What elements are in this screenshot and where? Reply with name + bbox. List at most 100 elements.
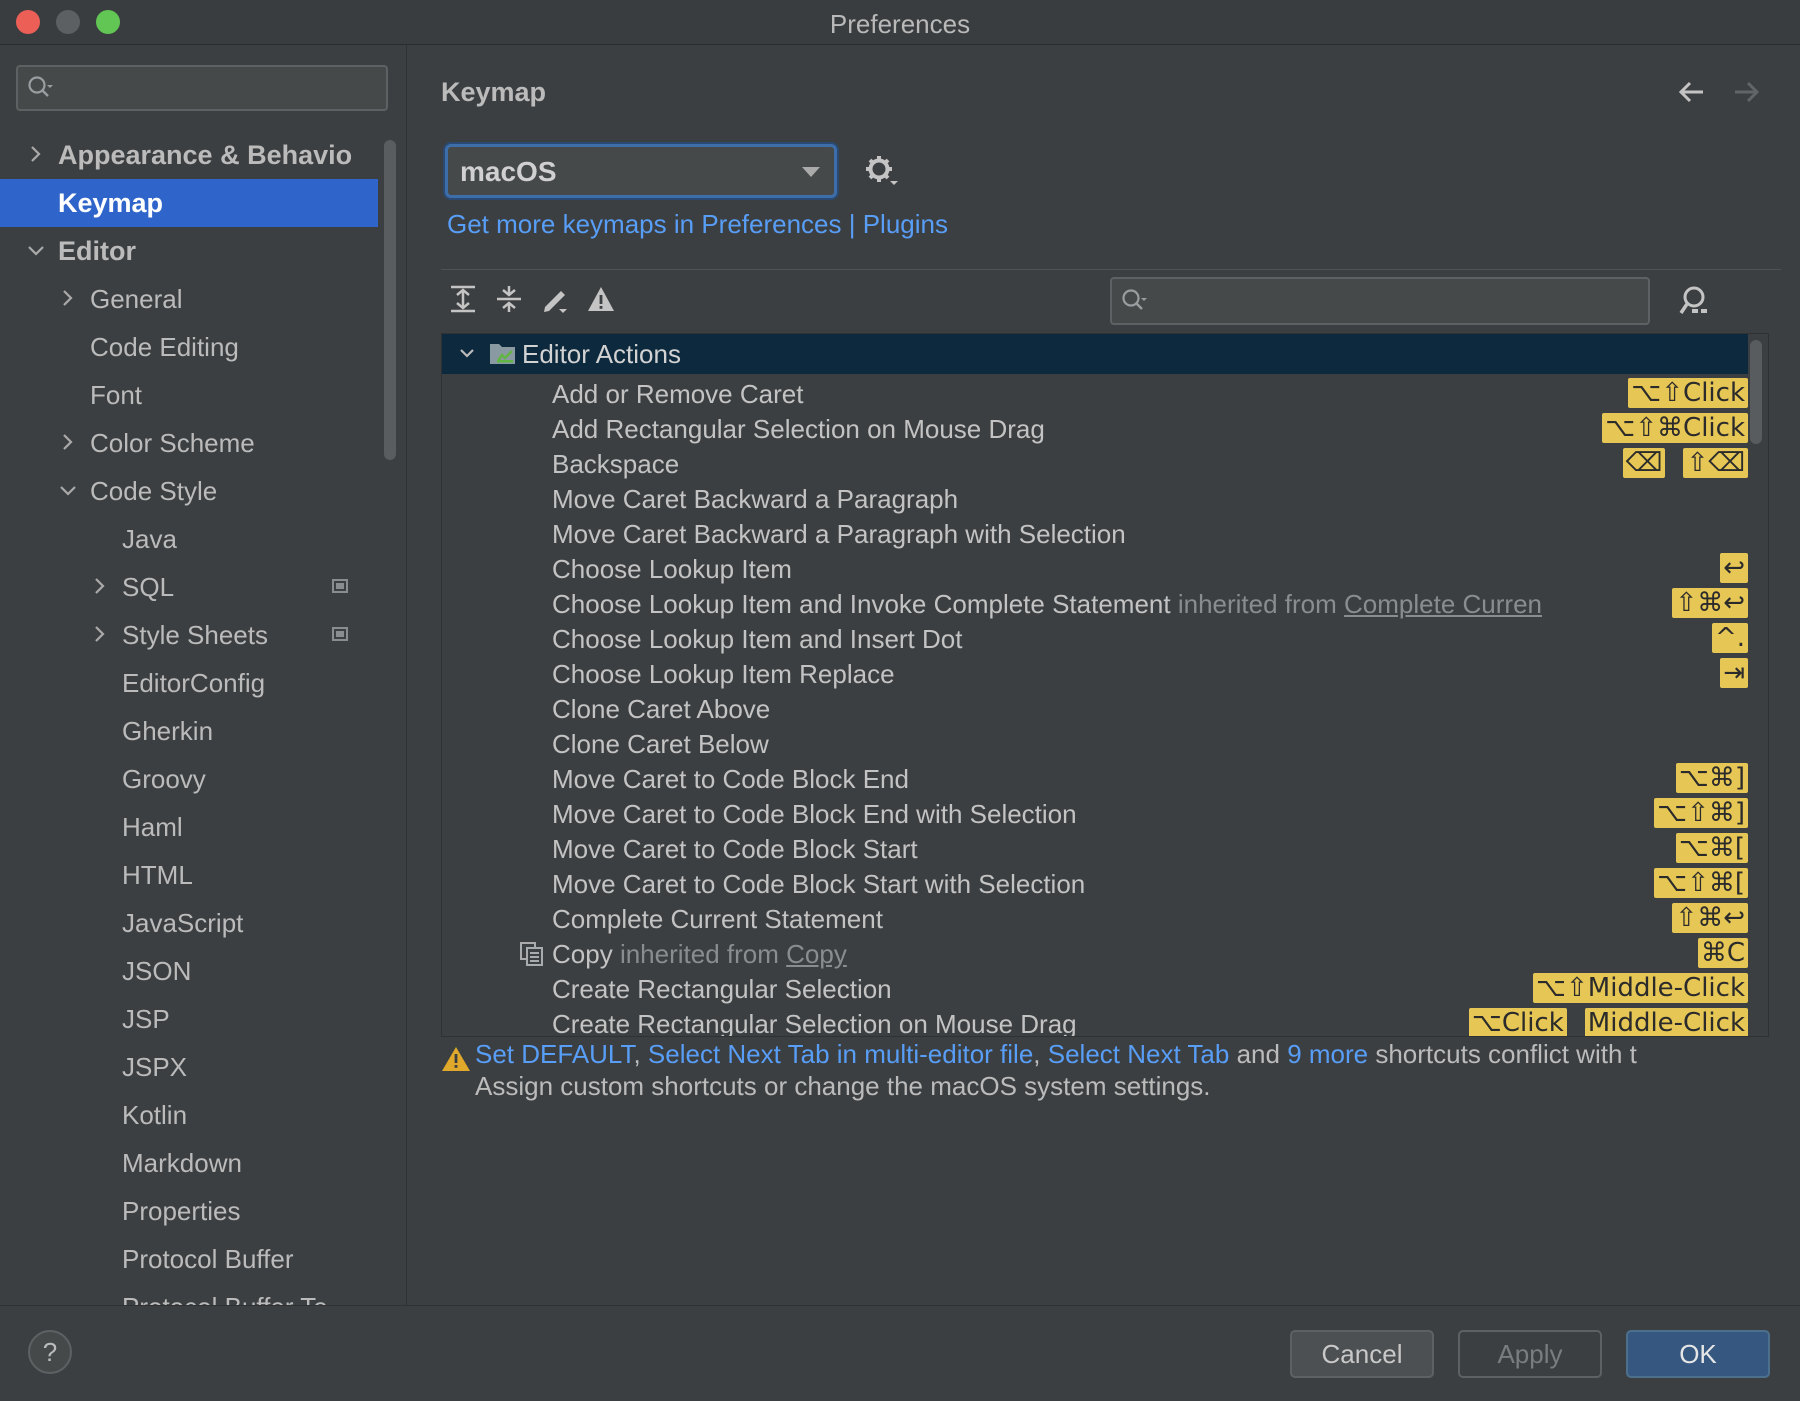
group-editor-actions[interactable]: Editor Actions: [442, 334, 1748, 374]
warning-link-more[interactable]: 9 more: [1287, 1039, 1368, 1069]
sidebar-item-color-scheme[interactable]: Color Scheme: [0, 419, 378, 467]
sidebar-item-code-style[interactable]: Code Style: [0, 467, 378, 515]
inherited-prefix: inherited from: [1177, 589, 1337, 619]
action-row[interactable]: Clone Caret Below: [442, 724, 1748, 764]
action-name-wrap: Move Caret to Code Block Start with Sele…: [552, 869, 1085, 900]
sidebar-scrollbar[interactable]: [384, 140, 396, 460]
chevron-down-icon[interactable]: [58, 467, 78, 515]
sidebar-item-editorconfig[interactable]: EditorConfig: [0, 659, 378, 707]
action-row[interactable]: Choose Lookup Item and Insert Dot ^.: [442, 619, 1748, 659]
sidebar-item-general[interactable]: General: [0, 275, 378, 323]
inherited-link[interactable]: Complete Curren: [1344, 589, 1542, 619]
shortcut-badge: ⇥: [1720, 658, 1748, 688]
help-button[interactable]: ?: [28, 1330, 72, 1374]
action-row[interactable]: Move Caret Backward a Paragraph with Sel…: [442, 514, 1748, 554]
action-row[interactable]: Choose Lookup Item Replace ⇥: [442, 654, 1748, 694]
shortcut-badge: ⌥⇧Middle-Click: [1533, 973, 1748, 1003]
sidebar-item-json[interactable]: JSON: [0, 947, 378, 995]
actions-scrollbar[interactable]: [1750, 340, 1762, 444]
shortcut-list: ⇥: [1720, 658, 1748, 688]
action-row[interactable]: Move Caret to Code Block Start with Sele…: [442, 864, 1748, 904]
action-name-wrap: Move Caret to Code Block End with Select…: [552, 799, 1077, 830]
sidebar-item-protocol-buffer[interactable]: Protocol Buffer: [0, 1235, 378, 1283]
action-search-input[interactable]: [1110, 277, 1650, 325]
action-row[interactable]: Move Caret to Code Block End ⌥⌘]: [442, 759, 1748, 799]
sidebar-item-groovy[interactable]: Groovy: [0, 755, 378, 803]
action-row[interactable]: Add or Remove Caret ⌥⇧Click: [442, 374, 1748, 414]
sidebar-item-java[interactable]: Java: [0, 515, 378, 563]
action-name-wrap: Backspace: [552, 449, 679, 480]
sidebar-item-kotlin[interactable]: Kotlin: [0, 1091, 378, 1139]
settings-sidebar: Appearance & Behavio Keymap Editor General C…: [0, 45, 407, 1305]
sidebar-item-protocol-buffer-te[interactable]: Protocol Buffer Te: [0, 1283, 378, 1305]
chevron-right-icon[interactable]: [26, 131, 46, 179]
sidebar-item-code-editing[interactable]: Code Editing: [0, 323, 378, 371]
chevron-down-icon[interactable]: [26, 227, 46, 275]
forward-arrow-icon[interactable]: [1729, 75, 1763, 109]
warning-link-set-default[interactable]: Set DEFAULT: [475, 1039, 633, 1069]
collapse-all-icon[interactable]: [491, 281, 527, 317]
sidebar-item-style-sheets[interactable]: Style Sheets: [0, 611, 378, 659]
shortcut-badge: ⌥⇧⌘[: [1654, 868, 1748, 898]
cancel-button[interactable]: Cancel: [1290, 1330, 1434, 1378]
inherited-link[interactable]: Copy: [786, 939, 847, 969]
warning-and: and: [1229, 1039, 1288, 1069]
conflict-warning-icon[interactable]: [583, 281, 619, 317]
shortcut-badge: ⌘C: [1697, 938, 1748, 968]
chevron-right-icon[interactable]: [58, 419, 78, 467]
action-name: Move Caret to Code Block End with Select…: [552, 799, 1077, 829]
sidebar-item-markdown[interactable]: Markdown: [0, 1139, 378, 1187]
page-title: Keymap: [441, 77, 547, 107]
action-row[interactable]: Move Caret to Code Block Start ⌥⌘[: [442, 829, 1748, 869]
sidebar-item-appearance-behavio[interactable]: Appearance & Behavio: [0, 131, 378, 179]
sidebar-item-label: JavaScript: [122, 908, 244, 938]
action-row[interactable]: Choose Lookup Item ↩: [442, 549, 1748, 589]
sidebar-item-font[interactable]: Font: [0, 371, 378, 419]
get-more-keymaps-link[interactable]: Get more keymaps in Preferences | Plugin…: [447, 209, 948, 240]
sidebar-item-haml[interactable]: Haml: [0, 803, 378, 851]
action-row[interactable]: Complete Current Statement ⇧⌘↩: [442, 899, 1748, 939]
back-arrow-icon[interactable]: [1675, 75, 1709, 109]
sidebar-item-javascript[interactable]: JavaScript: [0, 899, 378, 947]
keymap-dropdown[interactable]: macOS: [445, 144, 837, 198]
sidebar-item-keymap[interactable]: Keymap: [0, 179, 378, 227]
action-name-wrap: Add Rectangular Selection on Mouse Drag: [552, 414, 1045, 445]
chevron-down-icon[interactable]: [456, 342, 478, 364]
action-row[interactable]: Choose Lookup Item and Invoke Complete S…: [442, 584, 1748, 624]
action-row[interactable]: Move Caret Backward a Paragraph: [442, 479, 1748, 519]
action-row[interactable]: Copy inherited from Copy ⌘C: [442, 934, 1748, 974]
action-row[interactable]: Create Rectangular Selection ⌥⇧Middle-Cli…: [442, 969, 1748, 1009]
action-name: Create Rectangular Selection on Mouse Dr…: [552, 1009, 1077, 1037]
action-name: Add Rectangular Selection on Mouse Drag: [552, 414, 1045, 444]
action-row[interactable]: Clone Caret Above: [442, 689, 1748, 729]
sidebar-item-editor[interactable]: Editor: [0, 227, 378, 275]
sidebar-item-properties[interactable]: Properties: [0, 1187, 378, 1235]
sidebar-item-label: Appearance & Behavio: [58, 140, 353, 170]
warning-link-select-next-tab[interactable]: Select Next Tab: [1048, 1039, 1230, 1069]
action-row[interactable]: Add Rectangular Selection on Mouse Drag ⌥…: [442, 409, 1748, 449]
chevron-right-icon[interactable]: [90, 611, 110, 659]
action-name-wrap: Choose Lookup Item: [552, 554, 792, 585]
sidebar-item-jspx[interactable]: JSPX: [0, 1043, 378, 1091]
edit-shortcut-icon[interactable]: [537, 281, 573, 317]
warning-tail: shortcuts conflict with t: [1368, 1039, 1637, 1069]
chevron-right-icon[interactable]: [58, 275, 78, 323]
sidebar-item-jsp[interactable]: JSP: [0, 995, 378, 1043]
action-row[interactable]: Create Rectangular Selection on Mouse Dr…: [442, 1004, 1748, 1037]
gear-icon[interactable]: [863, 153, 899, 189]
action-row[interactable]: Move Caret to Code Block End with Select…: [442, 794, 1748, 834]
inherited-note: inherited from Complete Curren: [1171, 589, 1542, 619]
apply-button[interactable]: Apply: [1458, 1330, 1602, 1378]
find-by-shortcut-icon[interactable]: [1677, 283, 1715, 321]
expand-all-icon[interactable]: [445, 281, 481, 317]
warning-link-select-next-tab-multi[interactable]: Select Next Tab in multi-editor file: [648, 1039, 1033, 1069]
action-row[interactable]: Backspace ⌫ ⇧⌫: [442, 444, 1748, 484]
ok-button[interactable]: OK: [1626, 1330, 1770, 1378]
sidebar-item-gherkin[interactable]: Gherkin: [0, 707, 378, 755]
settings-search-input[interactable]: [16, 65, 388, 111]
sidebar-item-html[interactable]: HTML: [0, 851, 378, 899]
chevron-right-icon[interactable]: [90, 563, 110, 611]
action-name: Create Rectangular Selection: [552, 974, 892, 1004]
sidebar-item-sql[interactable]: SQL: [0, 563, 378, 611]
shortcut-list: ⌥⇧⌘Click: [1602, 413, 1748, 443]
